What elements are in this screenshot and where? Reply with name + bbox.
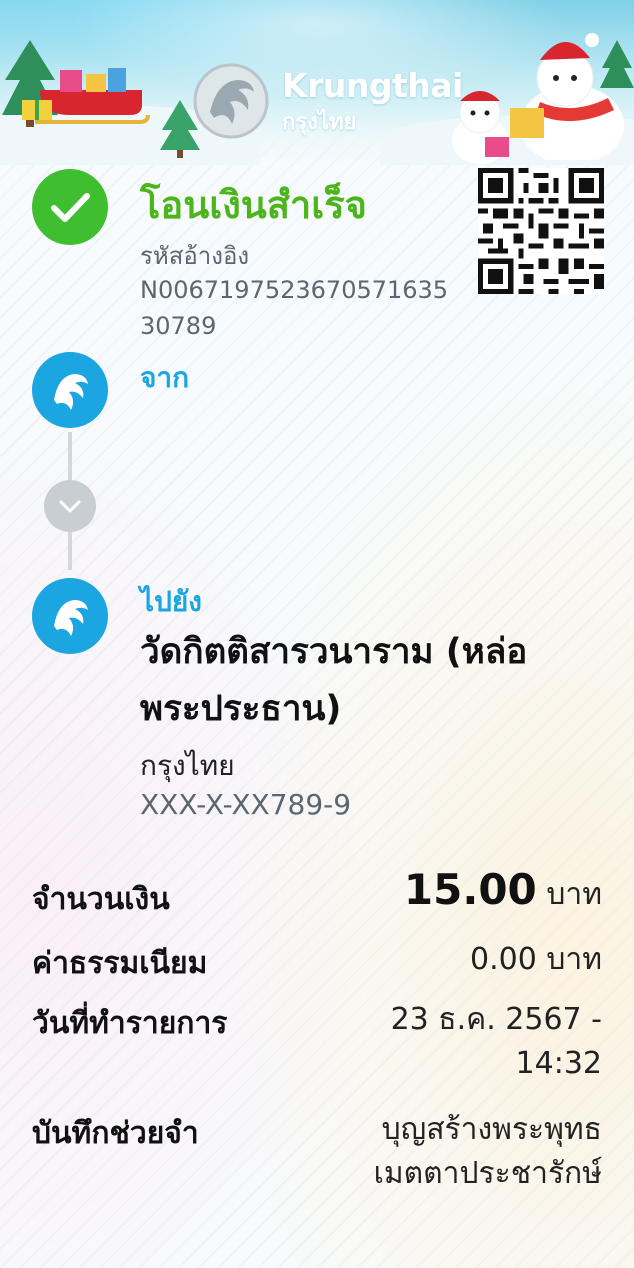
brand-name-en: Krungthai [282, 66, 463, 105]
timeline-connector [68, 532, 72, 570]
memo-value: บุญสร้างพระพุทธ เมตตาประชารักษ์ [374, 1108, 602, 1196]
qr-code[interactable] [478, 168, 604, 294]
recipient-bank: กรุงไทย [140, 749, 235, 782]
transaction-time: 14:32 [515, 1046, 602, 1081]
check-icon [51, 193, 90, 222]
date-value: 23 ธ.ค. 2567 - 14:32 [391, 998, 602, 1086]
gift-icon [22, 100, 52, 120]
recipient-name: วัดกิตติสารวนาราม (หล่อพระประธาน) [140, 632, 528, 729]
memo-line-2: เมตตาประชารักษ์ [373, 1156, 602, 1191]
transfer-slip: Krungthai กรุงไทย โอนเงินสำเร็จ รหัสอ้าง… [0, 0, 634, 1268]
fee-label: ค่าธรรมเนียม [32, 946, 208, 981]
amount-unit: บาท [546, 877, 602, 912]
to-label: ไปยัง [140, 585, 202, 618]
transaction-date: 23 ธ.ค. 2567 - [390, 1002, 602, 1037]
reference-label: รหัสอ้างอิง [140, 242, 250, 270]
fee-value: 0.00 บาท [470, 942, 602, 977]
krungthai-logo-icon [54, 600, 88, 636]
christmas-banner: Krungthai กรุงไทย [0, 0, 634, 165]
recipient-account: XXX-X-XX789-9 [140, 788, 352, 821]
date-label: วันที่ทำรายการ [32, 1006, 228, 1041]
krungthai-logo-icon [193, 63, 269, 139]
flow-indicator [44, 480, 96, 532]
polar-bear-small-icon [452, 91, 509, 164]
to-bank-logo [32, 578, 108, 654]
memo-line-1: บุญสร้างพระพุทธ [381, 1112, 602, 1147]
chevron-down-icon [59, 500, 81, 513]
brand-name-th: กรุงไทย [282, 110, 357, 135]
from-bank-logo [32, 352, 108, 428]
reference-number: N006719752367057163530789 [140, 276, 449, 340]
success-check-circle [32, 169, 108, 245]
from-label: จาก [140, 361, 190, 394]
transfer-status-title: โอนเงินสำเร็จ [140, 183, 367, 227]
amount-row-value: 15.00 บาท [404, 868, 602, 917]
timeline-connector [68, 432, 72, 480]
polar-bear-large-icon [510, 33, 624, 160]
memo-label: บันทึกช่วยจำ [32, 1116, 199, 1151]
amount-value: 15.00 [403, 865, 537, 914]
amount-label: จำนวนเงิน [32, 882, 170, 917]
krungthai-logo-icon [54, 374, 88, 410]
